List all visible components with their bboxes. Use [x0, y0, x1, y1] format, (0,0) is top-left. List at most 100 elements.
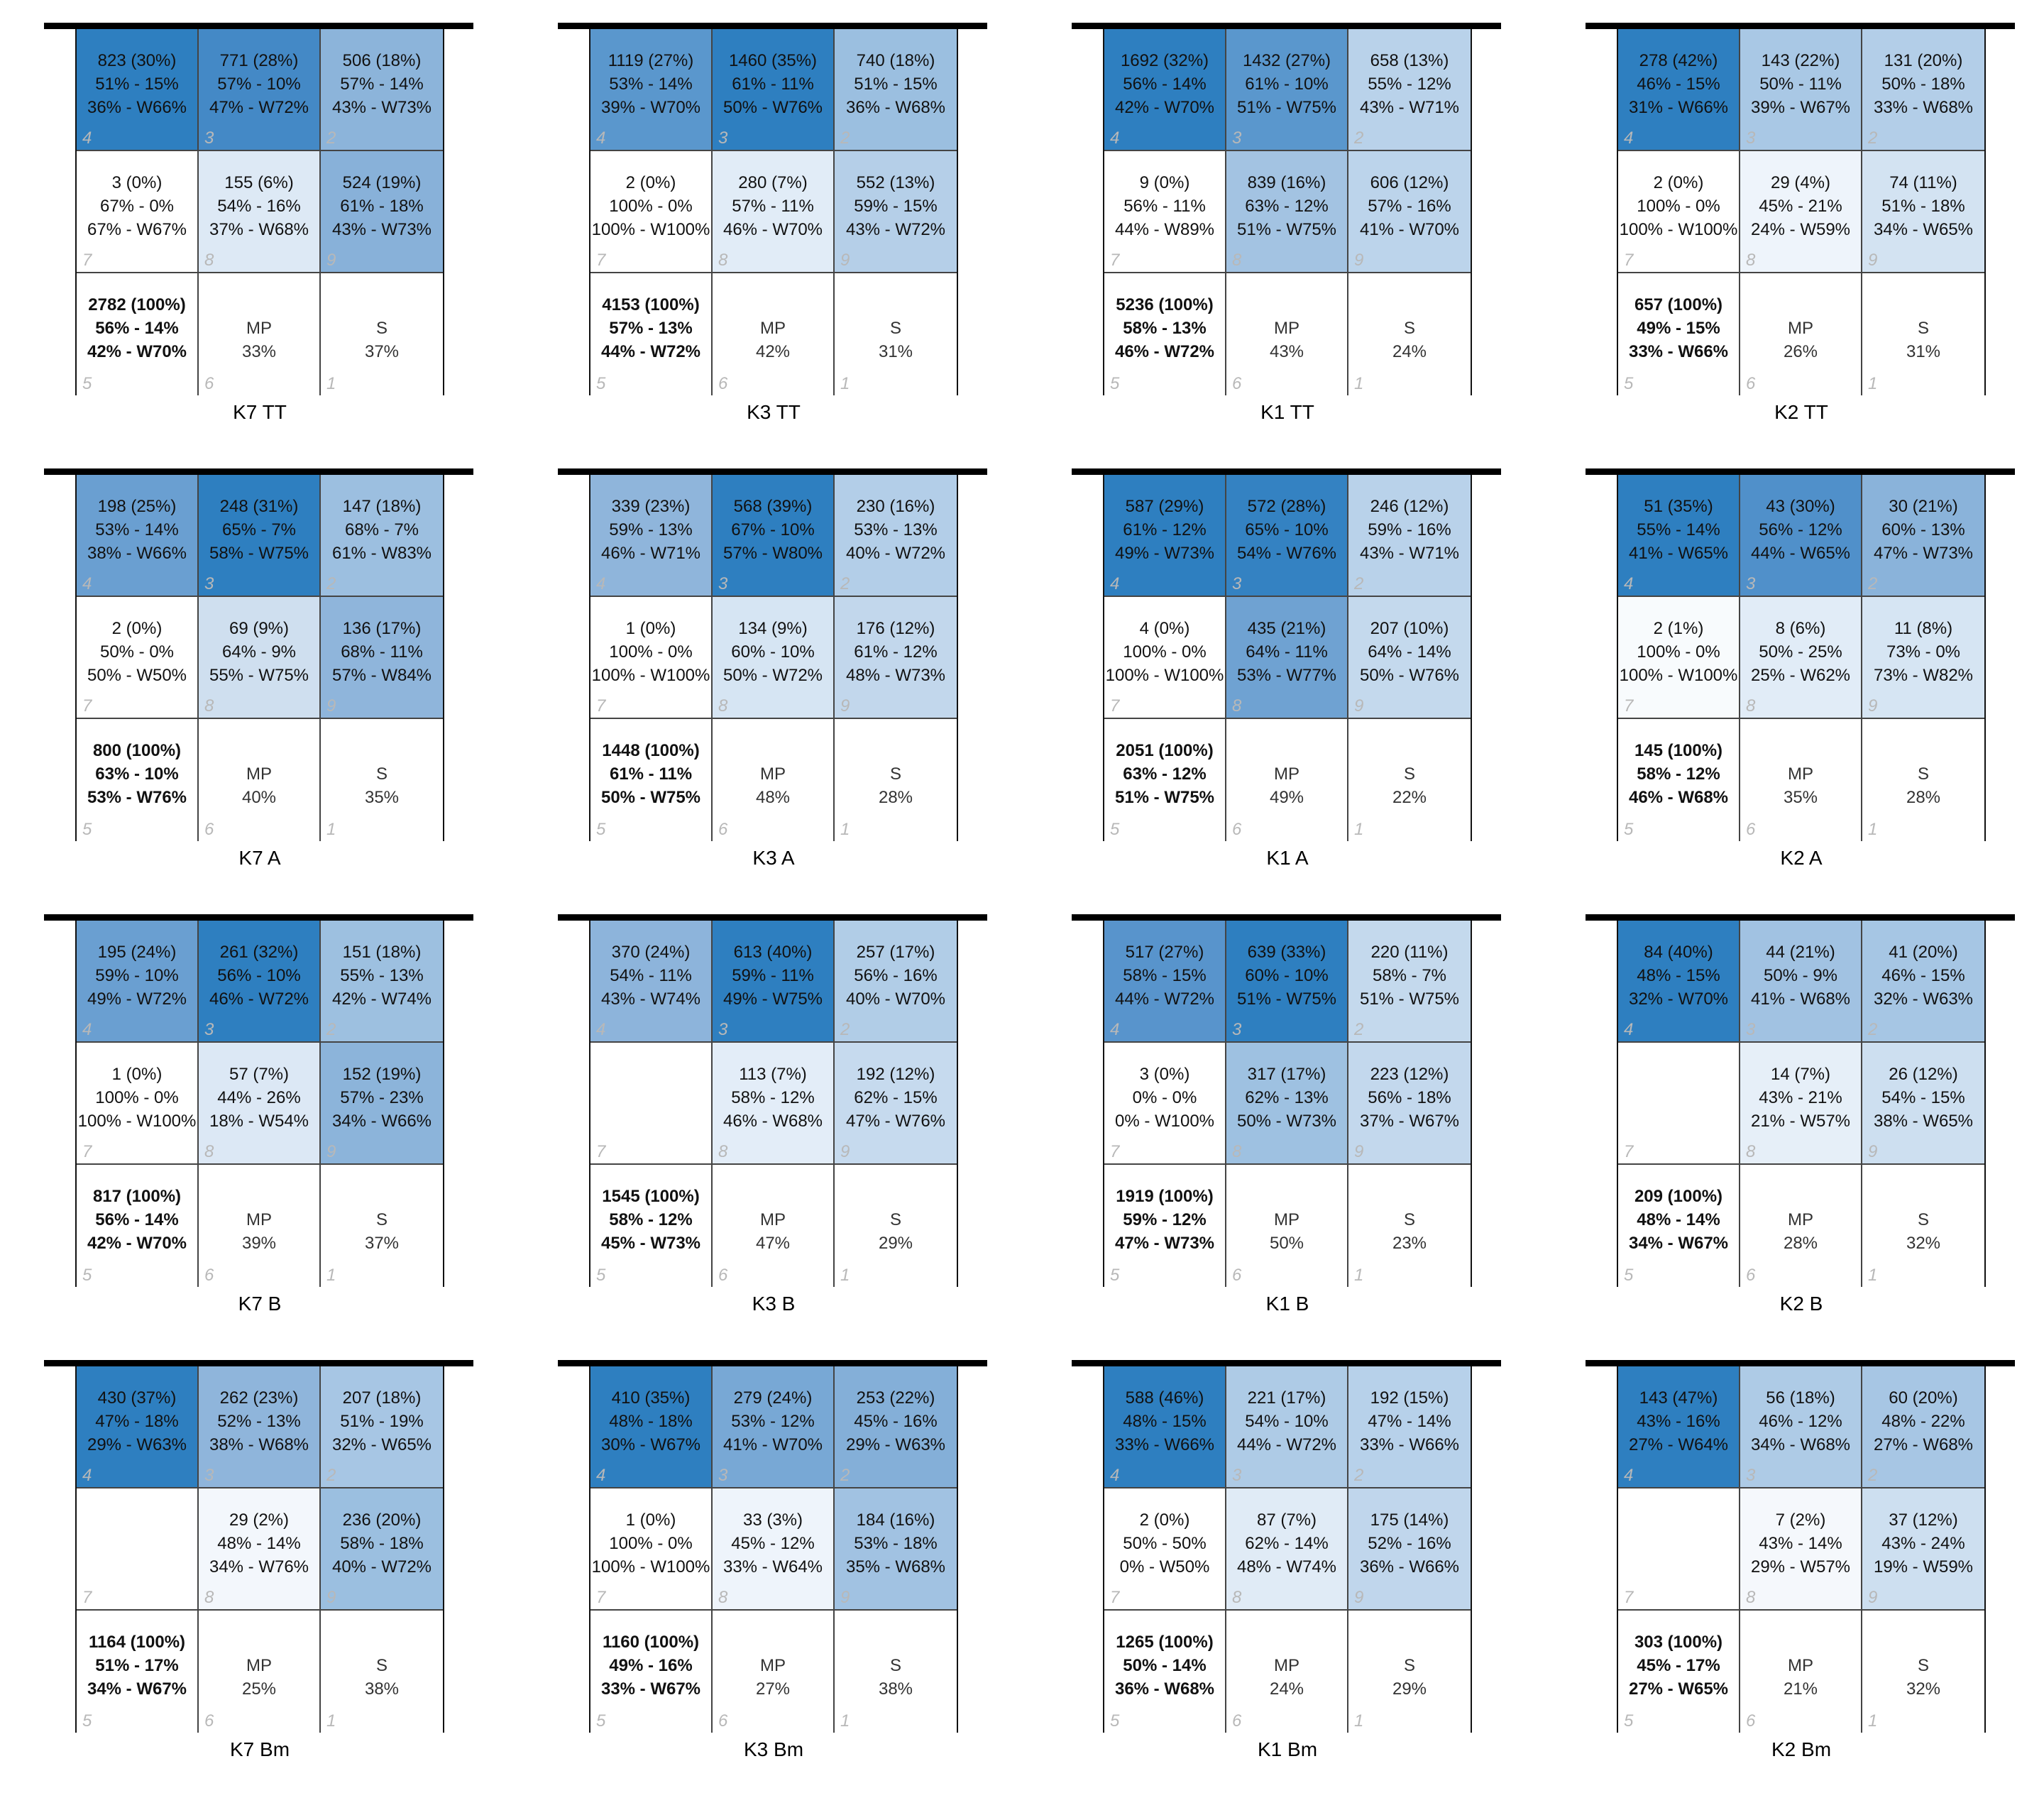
cell-line: 30 (21%): [1889, 497, 1958, 516]
heatmap-cell-3: 56 (18%) 46% - 12% 34% - W68% 3: [1740, 1366, 1862, 1488]
panel-top-bar: [558, 1360, 987, 1366]
cell-text: 4153 (100%) 57% - 13% 44% - W72%: [590, 293, 711, 363]
heatmap-cell-5: 1164 (100%) 51% - 17% 34% - W67% 5: [77, 1611, 199, 1733]
cell-index-label: 5: [1110, 1711, 1120, 1731]
cell-line: 44% - W72%: [1114, 989, 1215, 1009]
heatmap-cell-7: 3 (0%) 0% - 0% 0% - W100% 7: [1104, 1043, 1226, 1165]
cell-line: 56% - 10%: [217, 966, 301, 985]
cell-line: 33% - W64%: [722, 1557, 823, 1577]
cell-index-label: 8: [1746, 1588, 1756, 1607]
heatmap-cell-4: 588 (46%) 48% - 15% 33% - W66% 4: [1104, 1366, 1226, 1488]
cell-index-label: 6: [1746, 1266, 1756, 1285]
cell-text: 639 (33%) 60% - 10% 51% - W75%: [1226, 941, 1347, 1011]
cell-line: 35%: [1783, 788, 1818, 807]
cell-line: 56% - 12%: [1759, 520, 1842, 539]
cell-text: 60 (20%) 48% - 22% 27% - W68%: [1862, 1386, 1984, 1457]
heatmap-cell-4: 517 (27%) 58% - 15% 44% - W72% 4: [1104, 921, 1226, 1043]
heatmap-cell-2: 246 (12%) 59% - 16% 43% - W71% 2: [1348, 475, 1471, 597]
heatmap-cell-9: 192 (12%) 62% - 15% 47% - W76% 9: [835, 1043, 957, 1165]
cell-index-label: 8: [204, 1588, 214, 1607]
cell-line: 57% - W84%: [331, 666, 432, 685]
cell-line: 192 (15%): [1370, 1388, 1449, 1408]
cell-index-label: 6: [1232, 1711, 1242, 1731]
cell-index-label: 5: [1624, 1711, 1634, 1731]
heatmap-cell-1: S 23% 1: [1348, 1165, 1471, 1287]
heatmap-cell-2: 41 (20%) 46% - 15% 32% - W63% 2: [1862, 921, 1984, 1043]
cell-line: 49% - W72%: [87, 989, 187, 1009]
cell-text: 207 (18%) 51% - 19% 32% - W65%: [321, 1386, 443, 1457]
cell-line: 62% - 15%: [854, 1088, 938, 1107]
heatmap-cell-3: 143 (22%) 50% - 11% 39% - W67% 3: [1740, 29, 1862, 151]
heatmap-cell-6: MP 49% 6: [1226, 719, 1348, 841]
heatmap-cell-2: 658 (13%) 55% - 12% 43% - W71% 2: [1348, 29, 1471, 151]
cell-index-label: 6: [204, 374, 214, 393]
heatmap-cell-6: MP 47% 6: [713, 1165, 835, 1287]
cell-text: 2051 (100%) 63% - 12% 51% - W75%: [1104, 739, 1225, 809]
cell-text: MP 24%: [1226, 1654, 1347, 1701]
cell-line: 257 (17%): [856, 943, 935, 962]
heatmap-cell-1: S 28% 1: [1862, 719, 1984, 841]
cell-index-label: 9: [326, 1588, 336, 1607]
cell-line: 46% - W70%: [722, 220, 823, 239]
cell-line: 0% - W50%: [1119, 1557, 1210, 1577]
cell-line: 51% - W75%: [1236, 989, 1337, 1009]
cell-text: 192 (12%) 62% - 15% 47% - W76%: [835, 1063, 957, 1133]
cell-text: 370 (24%) 54% - 11% 43% - W74%: [590, 941, 711, 1011]
cell-text: MP 42%: [713, 317, 833, 363]
heatmap-cell-3: 279 (24%) 53% - 12% 41% - W70% 3: [713, 1366, 835, 1488]
cell-index-label: 9: [1354, 251, 1364, 270]
cell-line: MP: [760, 319, 786, 338]
cell-line: 47% - 18%: [95, 1412, 179, 1431]
cell-index-label: 9: [1868, 1142, 1878, 1161]
cell-line: 57% - 23%: [340, 1088, 424, 1107]
cell-text: 253 (22%) 45% - 16% 29% - W63%: [835, 1386, 957, 1457]
cell-line: 100% - 0%: [1637, 642, 1720, 662]
cell-line: MP: [1274, 764, 1300, 784]
cell-line: 839 (16%): [1247, 173, 1326, 192]
heatmap-cell-9: 152 (19%) 57% - 23% 34% - W66% 9: [321, 1043, 443, 1165]
cell-text: MP 39%: [199, 1208, 319, 1255]
cell-index-label: 4: [1624, 128, 1634, 148]
cell-index-label: 7: [596, 251, 606, 270]
cell-line: 147 (18%): [342, 497, 422, 516]
heatmap-cell-5: 2782 (100%) 56% - 14% 42% - W70% 5: [77, 273, 199, 395]
cell-text: 84 (40%) 48% - 15% 32% - W70%: [1618, 941, 1739, 1011]
heatmap-cell-2: 253 (22%) 45% - 16% 29% - W63% 2: [835, 1366, 957, 1488]
heatmap-panel: 339 (23%) 59% - 13% 46% - W71% 4 568 (39%) 67…: [558, 468, 1012, 901]
cell-text: 1692 (32%) 56% - 14% 42% - W70%: [1104, 49, 1225, 119]
panel-top-bar: [1586, 23, 2015, 29]
cell-line: S: [889, 1210, 901, 1229]
cell-line: 56% - 18%: [1368, 1088, 1451, 1107]
cell-line: 48% - 15%: [1637, 966, 1720, 985]
cell-line: MP: [246, 1656, 272, 1675]
cell-index-label: 7: [596, 696, 606, 715]
heatmap-cell-2: 60 (20%) 48% - 22% 27% - W68% 2: [1862, 1366, 1984, 1488]
cell-line: 51% - 18%: [1881, 197, 1965, 216]
cell-index-label: 7: [1624, 696, 1634, 715]
cell-index-label: 4: [82, 574, 92, 593]
cell-text: 740 (18%) 51% - 15% 36% - W68%: [835, 49, 957, 119]
cell-line: 207 (18%): [342, 1388, 422, 1408]
cell-text: 143 (22%) 50% - 11% 39% - W67%: [1740, 49, 1861, 119]
cell-line: 2 (0%): [111, 619, 163, 638]
heatmap-cell-5: 1265 (100%) 50% - 14% 36% - W68% 5: [1104, 1611, 1226, 1733]
cell-index-label: 3: [1232, 1020, 1242, 1039]
cell-line: 28%: [1906, 788, 1941, 807]
cell-line: 2 (1%): [1653, 619, 1704, 638]
cell-line: 41% - W70%: [722, 1435, 823, 1454]
cell-line: 61% - 10%: [1245, 75, 1329, 94]
heatmap-cell-8: 57 (7%) 44% - 26% 18% - W54% 8: [199, 1043, 321, 1165]
cell-text: 430 (37%) 47% - 18% 29% - W63%: [77, 1386, 197, 1457]
heatmap-cell-7: 1 (0%) 100% - 0% 100% - W100% 7: [590, 597, 713, 719]
cell-text: 74 (11%) 51% - 18% 34% - W65%: [1862, 171, 1984, 241]
panel-top-bar: [1072, 23, 1501, 29]
cell-line: 43% - 14%: [1759, 1534, 1842, 1553]
cell-index-label: 5: [82, 820, 92, 839]
cell-line: 248 (31%): [219, 497, 299, 516]
heatmap-cell-5: 1545 (100%) 58% - 12% 45% - W73% 5: [590, 1165, 713, 1287]
cell-line: 34% - W66%: [331, 1112, 432, 1131]
cell-text: 246 (12%) 59% - 16% 43% - W71%: [1348, 495, 1471, 565]
heatmap-cell-9: 176 (12%) 61% - 12% 48% - W73% 9: [835, 597, 957, 719]
cell-index-label: 2: [1868, 574, 1878, 593]
cell-line: 32%: [1906, 1234, 1941, 1253]
